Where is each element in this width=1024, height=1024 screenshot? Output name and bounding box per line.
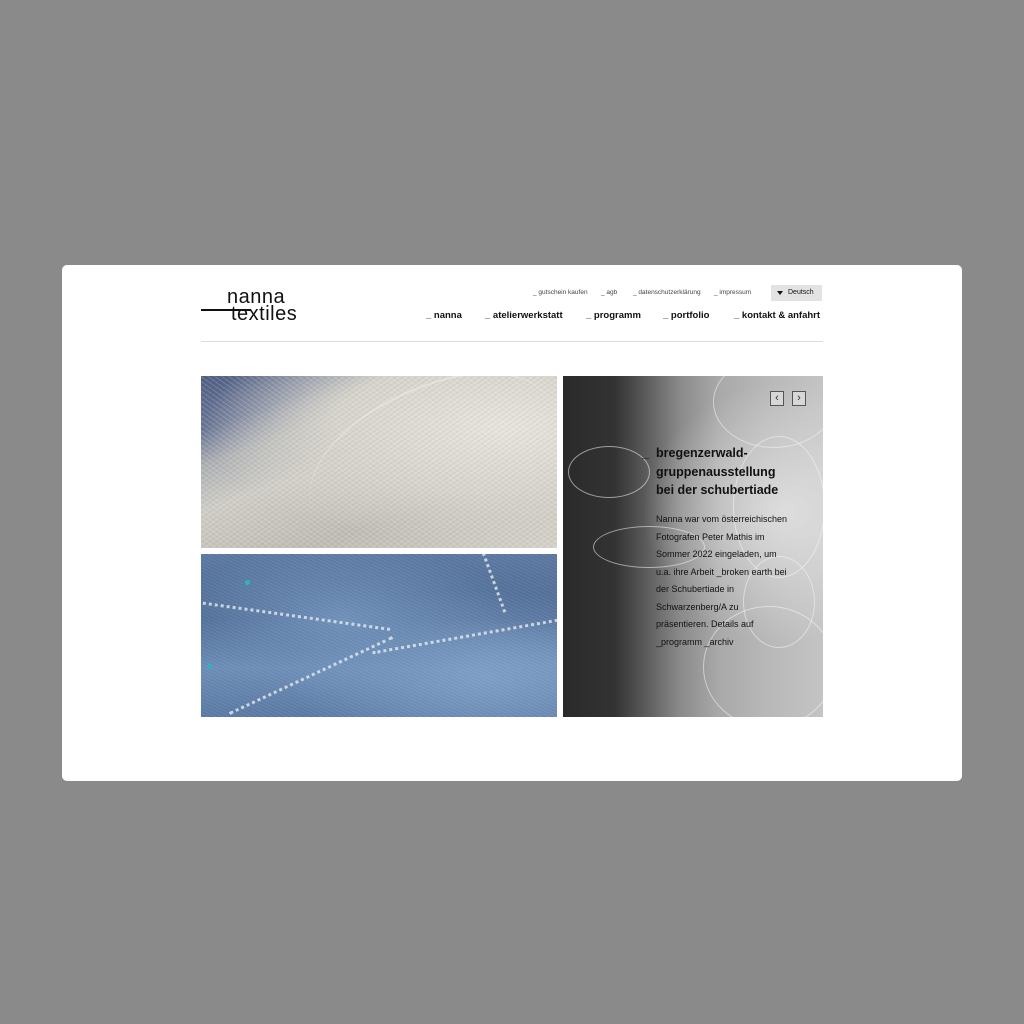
slider-next-button[interactable]: ›: [792, 391, 806, 406]
link-datenschutz[interactable]: _ datenschutzerklärung: [633, 289, 701, 296]
nav-kontakt[interactable]: _ kontakt & anfahrt: [734, 310, 820, 321]
title-line: bregenzerwald-: [656, 446, 748, 460]
link-agb[interactable]: _ agb: [601, 289, 617, 296]
website-card: nanna textiles _ gutschein kaufen _ agb …: [62, 265, 962, 781]
text-line: Sommer 2022 eingeladen, um: [656, 549, 777, 559]
bead: [245, 580, 250, 585]
slide-title: _ bregenzerwald- gruppenausstellung bei …: [642, 444, 779, 500]
seam: [372, 616, 557, 655]
textile-photo-blue: [201, 554, 557, 717]
language-label: Deutsch: [788, 289, 814, 296]
text-line: Schwarzenberg/A zu: [656, 601, 739, 612]
bead: [207, 664, 212, 669]
text-line: Nanna war vom österreichischen: [656, 514, 788, 524]
text-line: der Schubertiade in: [656, 584, 735, 594]
slider-prev-button[interactable]: ‹: [770, 391, 784, 406]
link-impressum[interactable]: _ impressum: [714, 289, 751, 296]
logo[interactable]: nanna textiles: [201, 286, 316, 327]
nav-atelierwerkstatt[interactable]: _ atelierwerkstatt: [485, 310, 563, 321]
logo-line-2: textiles: [231, 303, 298, 325]
slider-panel: ‹ › _ bregenzerwald- gruppenausstellung …: [563, 376, 823, 717]
fiber: [568, 446, 650, 498]
textile-photo-linen: [201, 376, 557, 548]
seam: [465, 554, 507, 613]
programm-archiv-link[interactable]: _programm _archiv: [656, 634, 823, 652]
thread-line: [285, 376, 557, 548]
header-divider: [201, 341, 823, 342]
text-line: präsentieren. Details auf: [656, 619, 754, 629]
seam: [228, 636, 394, 715]
nav-portfolio[interactable]: _ portfolio: [663, 310, 709, 321]
nav-programm[interactable]: _ programm: [586, 310, 641, 321]
dropdown-triangle-icon: [777, 291, 783, 295]
language-select[interactable]: Deutsch: [771, 285, 822, 301]
link-gutschein[interactable]: _ gutschein kaufen: [533, 289, 588, 296]
title-line: gruppenausstellung: [656, 464, 776, 479]
text-line: Fotografen Peter Mathis im: [656, 531, 765, 542]
text-line: u.a. ihre Arbeit _broken earth bei: [656, 566, 787, 577]
title-line: bei der schubertiade: [656, 483, 779, 497]
title-dash: _: [642, 446, 649, 460]
nav-nanna[interactable]: _ nanna: [426, 310, 462, 321]
seam: [201, 600, 391, 631]
slide-text: Nanna war vom österreichischen Fotografe…: [656, 511, 823, 651]
